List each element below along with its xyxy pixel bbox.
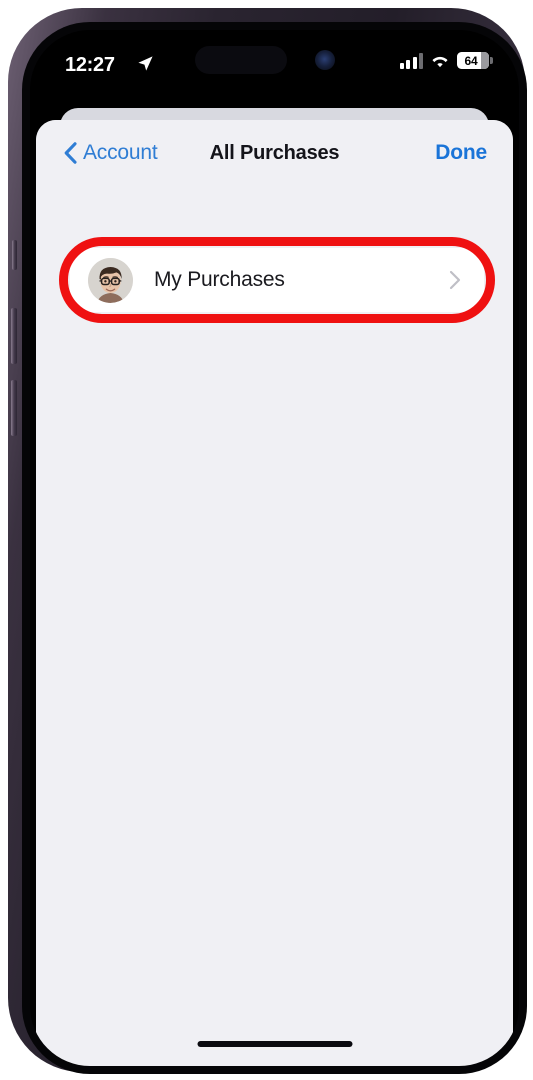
location-arrow-icon (138, 56, 153, 71)
done-button[interactable]: Done (435, 141, 487, 165)
list-item-label: My Purchases (154, 268, 285, 291)
battery-icon: 64 (457, 52, 493, 69)
status-bar: 12:27 64 (30, 30, 519, 104)
silent-switch-button[interactable] (12, 240, 17, 270)
chevron-right-icon (449, 270, 461, 290)
front-camera-icon (315, 50, 335, 70)
battery-level-fill (481, 52, 489, 69)
volume-up-button[interactable] (11, 308, 17, 364)
list-item-my-purchases[interactable]: My Purchases (70, 248, 484, 312)
volume-down-button[interactable] (11, 380, 17, 436)
all-purchases-sheet: Account All Purchases Done My Purchases (36, 120, 513, 1066)
avatar-photo (88, 257, 133, 303)
status-bar-indicators: 64 (399, 52, 493, 69)
phone-device-frame: 12:27 64 Account All Purchases Done My P… (8, 8, 527, 1074)
battery-percent-label: 64 (464, 53, 478, 68)
user-avatar (88, 257, 133, 303)
cellular-signal-icon (399, 52, 423, 69)
navigation-bar: Account All Purchases Done (36, 120, 513, 188)
phone-screen: 12:27 64 Account All Purchases Done My P… (30, 30, 519, 1066)
dynamic-island (195, 46, 287, 74)
status-bar-clock: 12:27 (65, 54, 115, 76)
home-indicator-bar[interactable] (197, 1041, 352, 1047)
wifi-icon (432, 56, 448, 67)
